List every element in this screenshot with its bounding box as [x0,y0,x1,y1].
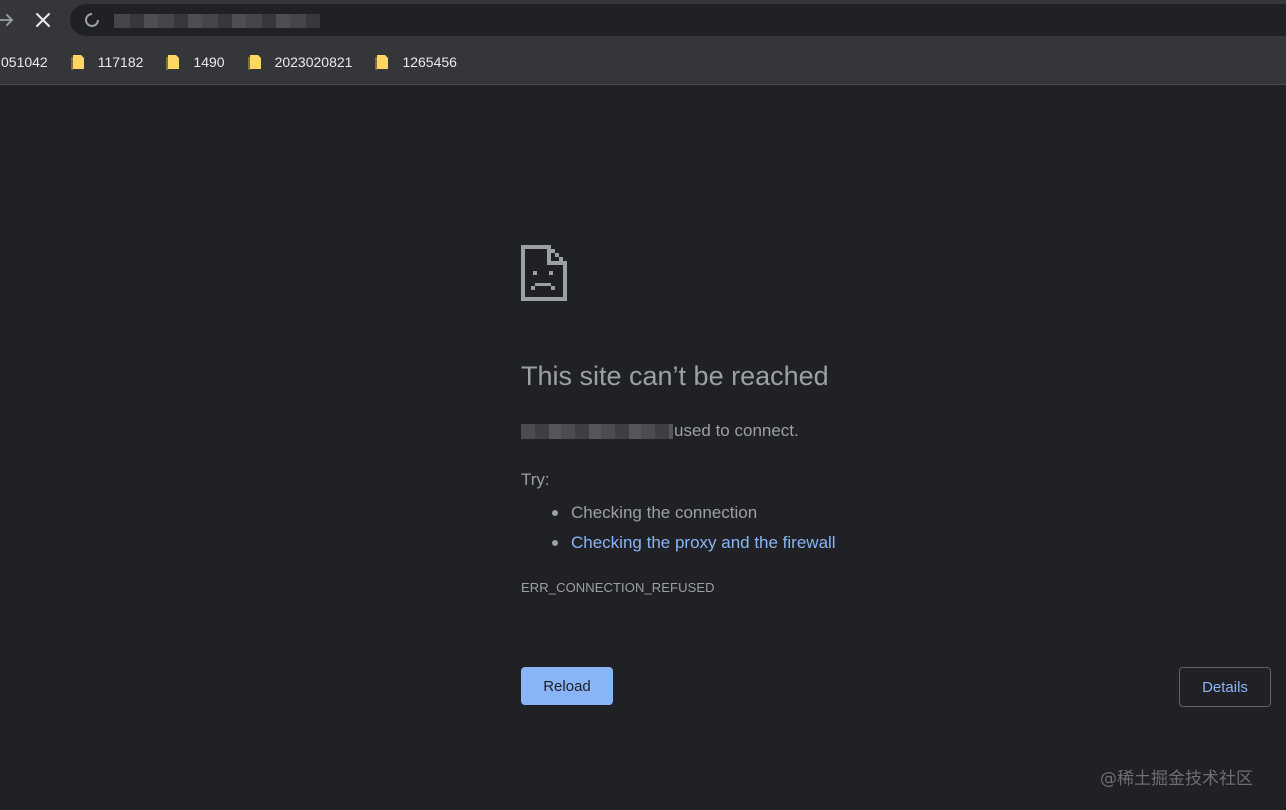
suggestion-text: Checking the connection [571,503,758,522]
bookmark-item[interactable]: 2023020821 [248,48,353,76]
folder-icon [71,55,84,70]
bookmark-label: 051042 [1,54,48,70]
folder-icon [248,55,261,70]
error-description: used to connect. [521,421,799,441]
watermark-text: @稀土掘金技术社区 [1100,769,1253,789]
redacted-hostname [521,423,673,439]
bookmark-item[interactable]: 051042 [1,48,48,76]
redacted-url [114,14,320,28]
bookmark-label: 117182 [97,54,144,70]
forward-arrow-icon[interactable] [0,8,18,32]
address-bar[interactable] [70,4,1286,36]
bookmarks-bar: 051042 117182 1490 2023020821 1265456 [0,40,1286,85]
suggestion-item: Checking the connection [521,498,836,528]
reload-button[interactable]: Reload [521,667,613,705]
suggestion-item: Checking the proxy and the firewall [521,528,836,558]
bookmark-item[interactable]: 1265456 [375,48,457,76]
proxy-firewall-link[interactable]: Checking the proxy and the firewall [571,533,836,552]
folder-icon [375,55,389,70]
bookmark-item[interactable]: 1490 [166,48,225,76]
bookmark-item[interactable]: 117182 [71,48,144,76]
bookmark-label: 1490 [193,54,225,70]
bookmark-label: 2023020821 [274,54,353,70]
page-title: This site can’t be reached [521,361,829,391]
sad-page-icon [521,245,567,301]
loading-spinner-icon [85,13,99,27]
try-label: Try: [521,470,550,489]
folder-icon [166,55,180,70]
details-button[interactable]: Details [1179,667,1271,707]
error-code: ERR_CONNECTION_REFUSED [521,580,715,595]
suggestions-list: Checking the connection Checking the pro… [521,498,836,558]
browser-toolbar [0,0,1286,40]
stop-loading-icon[interactable] [31,8,55,32]
bookmark-label: 1265456 [402,54,457,70]
description-text: used to connect. [674,421,799,440]
